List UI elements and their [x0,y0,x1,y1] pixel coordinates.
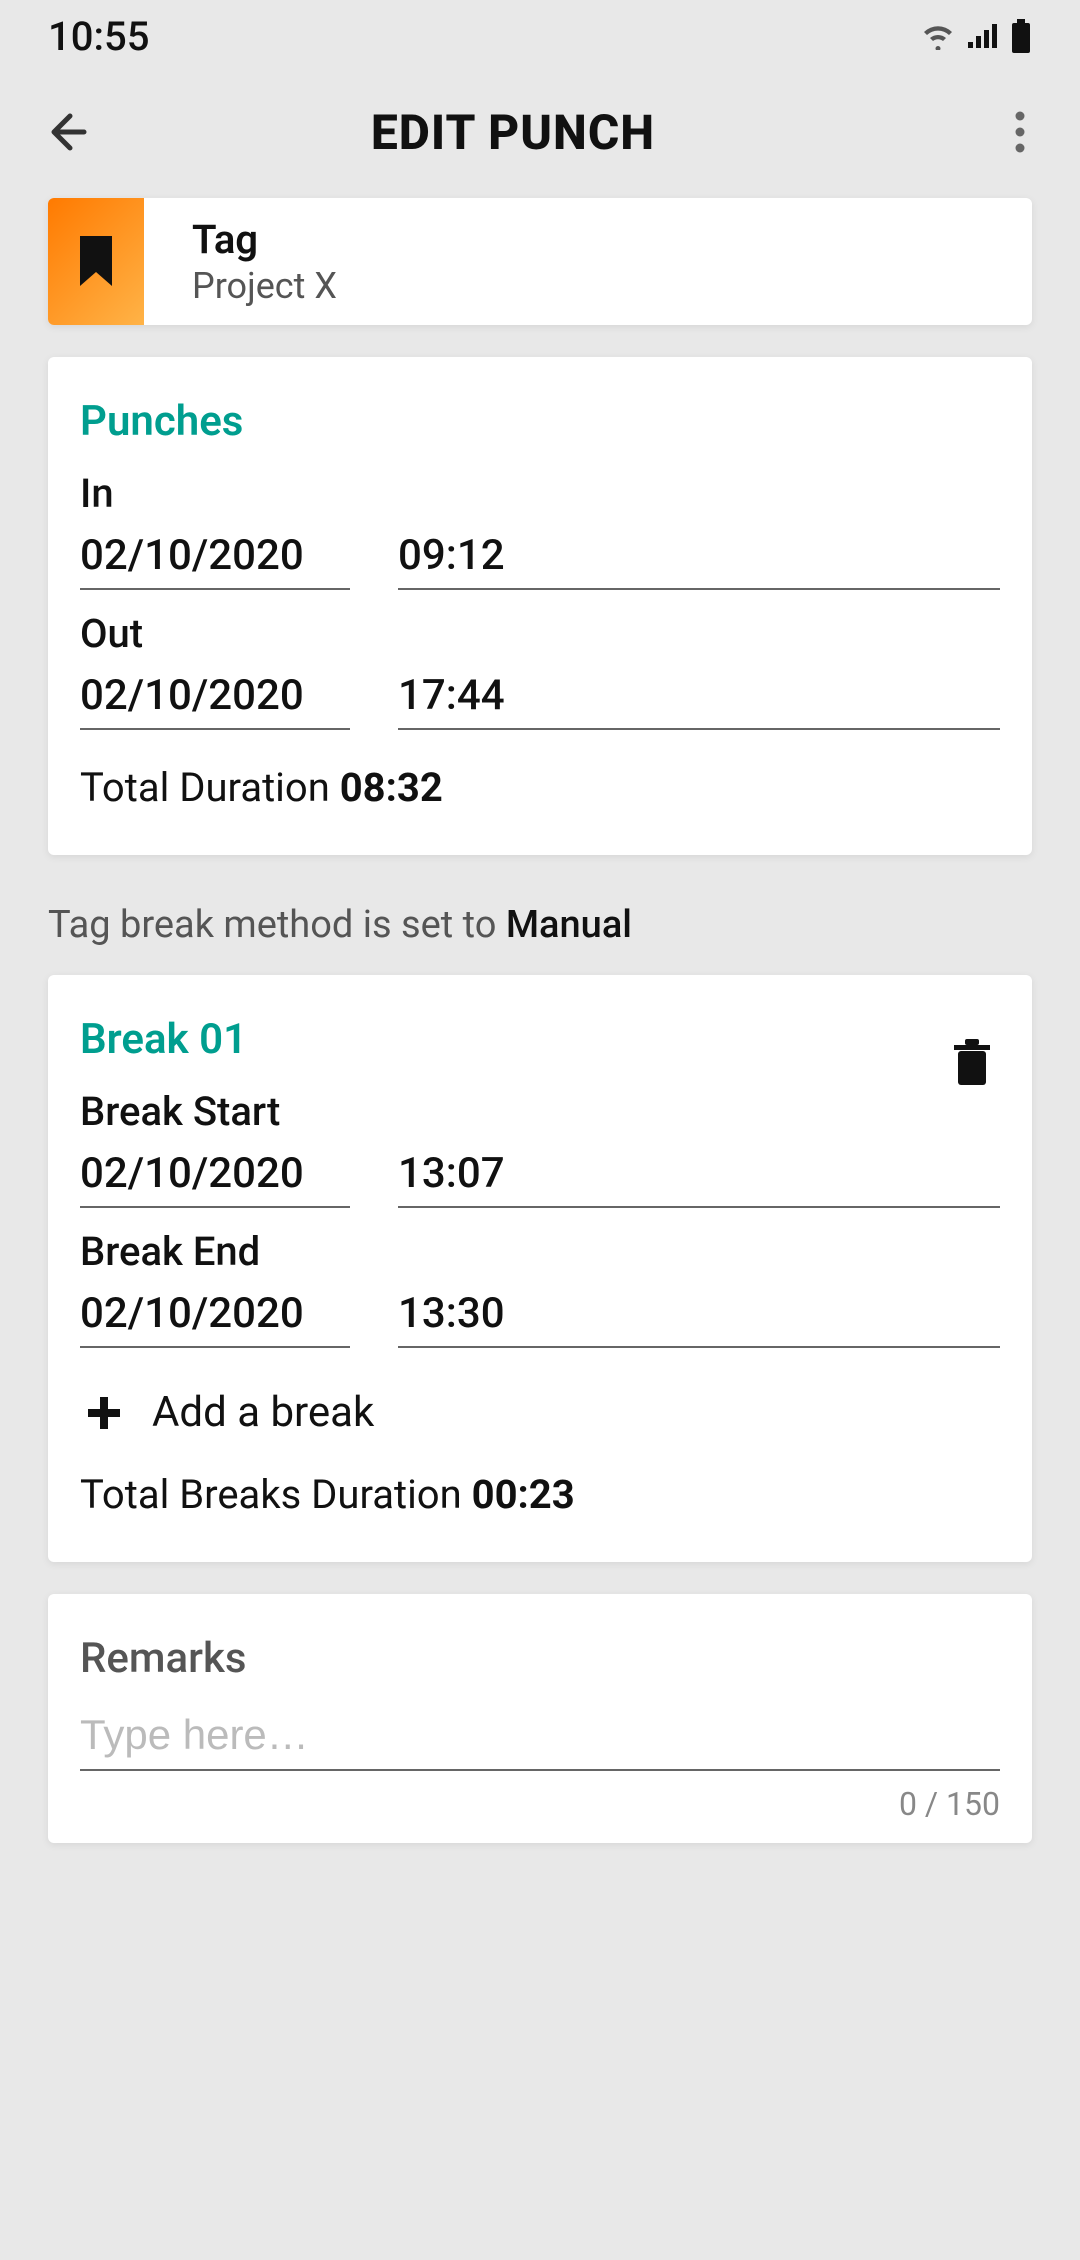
punch-in-date-field[interactable]: 02/10/2020 [80,525,350,590]
punch-in-label: In [80,470,1000,517]
punches-card: Punches In 02/10/2020 09:12 Out 02/10/20… [48,357,1032,855]
bookmark-icon [76,234,116,290]
page-title: EDIT PUNCH [76,104,950,161]
total-duration-value: 08:32 [340,764,443,811]
punches-section-title: Punches [80,397,1000,446]
total-breaks-label: Total Breaks Duration [80,1471,472,1518]
break-method-mode: Manual [506,903,632,947]
total-duration-label: Total Duration [80,764,340,811]
break-start-date-field[interactable]: 02/10/2020 [80,1143,350,1208]
battery-icon [1010,19,1032,53]
tag-text: Tag Project X [144,198,365,325]
add-break-button[interactable]: Add a break [80,1388,1000,1437]
break-end-date-field[interactable]: 02/10/2020 [80,1283,350,1348]
wifi-icon [920,22,956,50]
status-icons [920,19,1032,53]
add-break-label: Add a break [152,1388,374,1437]
punch-out-row: 02/10/2020 17:44 [80,665,1000,730]
break-start-label: Break Start [80,1088,1000,1135]
break-end-label: Break End [80,1228,1000,1275]
status-bar: 10:55 [0,0,1080,72]
break-section-title: Break 01 [80,1015,1000,1064]
tag-icon-wrap [48,198,144,325]
remarks-input[interactable] [80,1705,1000,1771]
tag-card[interactable]: Tag Project X [48,198,1032,325]
break-end-time-field[interactable]: 13:30 [398,1283,1000,1348]
plus-icon [80,1391,124,1435]
punch-in-row: 02/10/2020 09:12 [80,525,1000,590]
total-duration: Total Duration 08:32 [80,764,1000,811]
punch-out-date-field[interactable]: 02/10/2020 [80,665,350,730]
punch-out-time-field[interactable]: 17:44 [398,665,1000,730]
app-bar: EDIT PUNCH [0,72,1080,192]
overflow-menu-button[interactable] [990,102,1050,162]
remarks-title: Remarks [80,1634,1000,1683]
remarks-char-counter: 0 / 150 [80,1785,1000,1823]
break-method-prefix: Tag break method is set to [48,903,506,947]
punch-out-label: Out [80,610,1000,657]
break-method-note: Tag break method is set to Manual [48,887,1032,975]
total-breaks-value: 00:23 [472,1471,575,1518]
break-start-time-field[interactable]: 13:07 [398,1143,1000,1208]
remarks-card: Remarks 0 / 150 [48,1594,1032,1843]
status-time: 10:55 [48,13,149,60]
signal-icon [966,22,1000,50]
break-start-row: 02/10/2020 13:07 [80,1143,1000,1208]
total-breaks-duration: Total Breaks Duration 00:23 [80,1471,1000,1518]
tag-value: Project X [192,265,337,307]
break-01-card: Break 01 Break Start 02/10/2020 13:07 Br… [48,975,1032,1562]
tag-label: Tag [192,216,337,263]
delete-break-button[interactable] [944,1035,1000,1091]
more-vert-icon [1015,110,1025,154]
trash-icon [952,1039,992,1087]
punch-in-time-field[interactable]: 09:12 [398,525,1000,590]
break-end-row: 02/10/2020 13:30 [80,1283,1000,1348]
